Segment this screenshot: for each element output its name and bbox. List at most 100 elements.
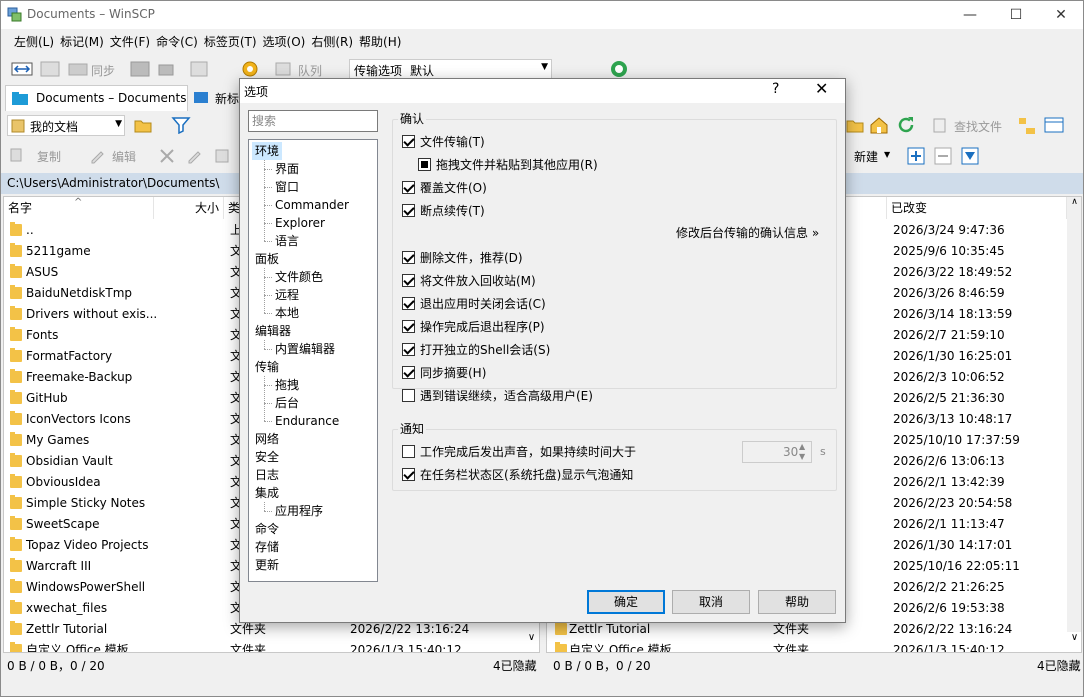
find-files-button[interactable]: 查找文件 [930,115,1010,137]
view-style-icon[interactable] [1044,116,1064,134]
column-size[interactable]: 大小 [154,197,224,219]
scroll-down-icon[interactable]: ∨ [1067,632,1081,652]
checkbox-icon[interactable] [402,320,415,333]
column-name[interactable]: 名字 ^ [4,197,154,219]
transfer-settings-dropdown[interactable]: 传输选项 默认 ▼ [349,59,552,80]
tab-session[interactable]: Documents – Documents [5,85,188,111]
preferences-gear-icon[interactable] [239,59,261,79]
help-button[interactable]: 帮助 [758,590,836,614]
confirm-checkbox[interactable]: 覆盖文件(O) [402,179,487,197]
filter-right-icon[interactable] [961,147,979,165]
confirm-checkbox[interactable]: 遇到错误继续，适合高级用户(E) [402,387,593,405]
confirm-checkbox[interactable]: 同步摘要(H) [402,364,486,382]
confirm-checkbox[interactable]: 断点续传(T) [402,202,485,220]
checkbox-icon[interactable] [402,343,415,356]
dialog-close-button[interactable]: ✕ [815,79,828,98]
tree-item[interactable]: 拖拽 [275,376,299,394]
checkbox-icon[interactable] [402,366,415,379]
menu-item[interactable]: 标记(M) [57,31,107,53]
minimize-button[interactable]: — [947,1,993,29]
tree-item[interactable]: 界面 [275,160,299,178]
menu-item[interactable]: 左侧(L) [11,31,57,53]
checkbox-icon[interactable] [402,389,415,402]
menu-item[interactable]: 标签页(T) [201,31,260,53]
tab-new[interactable]: 新标 [190,87,240,111]
options-tree[interactable]: 环境 界面 窗口 Commander Explorer 语言 面板 文件颜色 远程 本地 编辑器 内置… [248,139,378,582]
tree-item[interactable]: 面板 [255,250,279,268]
help-question-button[interactable]: ? [772,81,779,97]
checkbox-icon[interactable] [402,297,415,310]
tree-item[interactable]: Endurance [275,412,339,430]
compare-directories-icon[interactable] [11,60,33,78]
background-confirm-link[interactable]: 修改后台传输的确认信息 » [676,224,819,241]
confirm-checkbox[interactable]: 打开独立的Shell会话(S) [402,341,550,359]
tree-item[interactable]: 文件颜色 [275,268,323,286]
tree-item[interactable]: 本地 [275,304,299,322]
open-folder-icon[interactable] [133,115,153,135]
tree-item[interactable]: 应用程序 [275,502,323,520]
tree-item[interactable]: 日志 [255,466,279,484]
checkbox-label: 覆盖文件(O) [420,181,487,195]
edit-button[interactable]: 编辑 [87,145,157,167]
checkbox-icon[interactable] [402,135,415,148]
tree-item[interactable]: 内置编辑器 [275,340,335,358]
refresh-icon[interactable] [896,115,916,135]
table-row[interactable]: 自定义 Office 模板 文件夹 2026/1/3 15:40:12 [4,640,524,652]
connection-status-icon[interactable] [608,59,630,79]
home-icon[interactable] [869,115,889,135]
parent-folder-icon[interactable] [846,116,864,134]
tree-view-icon[interactable] [1017,116,1037,136]
checkbox-icon[interactable] [402,468,415,481]
notify-checkbox[interactable]: 工作完成后发出声音，如果持续时间大于 [402,443,636,461]
checkbox-icon[interactable] [402,204,415,217]
confirm-checkbox[interactable]: 将文件放入回收站(M) [402,272,536,290]
ok-button[interactable]: 确定 [587,590,665,614]
table-row[interactable]: 自定义 Office 模板 文件夹 2026/1/3 15:40:12 [547,640,1067,653]
maximize-button[interactable]: ☐ [993,1,1039,29]
options-search-input[interactable]: 搜索 [248,110,378,132]
tree-item[interactable]: 命令 [255,520,279,538]
tree-item[interactable]: 网络 [255,430,279,448]
column-changed[interactable]: 已改变 [887,197,1067,219]
location-dropdown[interactable]: 我的文档 ▼ [7,115,125,136]
tree-item[interactable]: 集成 [255,484,279,502]
filter-icon[interactable] [171,116,191,134]
right-scrollbar[interactable]: ∧ [1067,197,1081,632]
tree-item[interactable]: Explorer [275,214,325,232]
tree-item[interactable]: 更新 [255,556,279,574]
tree-item[interactable]: 后台 [275,394,299,412]
menu-item[interactable]: 命令(C) [153,31,201,53]
confirm-checkbox[interactable]: 文件传输(T) [402,133,485,151]
tree-item[interactable]: 语言 [275,232,299,250]
tree-item[interactable]: 编辑器 [255,322,291,340]
tree-item[interactable]: 存储 [255,538,279,556]
tree-item[interactable]: 远程 [275,286,299,304]
menu-item[interactable]: 文件(F) [107,31,153,53]
copy-button[interactable]: 复制 [7,145,77,167]
tree-item[interactable]: Commander [275,196,349,214]
menu-item[interactable]: 帮助(H) [356,31,404,53]
confirm-checkbox[interactable]: 退出应用时关闭会话(C) [402,295,546,313]
checkbox-icon[interactable] [402,251,415,264]
scroll-down-icon[interactable]: ∨ [524,632,539,652]
new-button[interactable]: 新建 ▼ [846,145,896,167]
menu-item[interactable]: 选项(O) [260,31,309,53]
cancel-button[interactable]: 取消 [672,590,750,614]
menu-item[interactable]: 右侧(R) [308,31,356,53]
checkbox-icon[interactable] [402,274,415,287]
close-window-button[interactable]: ✕ [1038,1,1084,29]
checkbox-icon[interactable] [402,181,415,194]
checkbox-icon[interactable] [402,445,415,458]
confirm-checkbox[interactable]: 操作完成后退出程序(P) [402,318,545,336]
file-name: 自定义 Office 模板 [569,643,672,653]
confirm-checkbox[interactable]: 拖拽文件并粘贴到其他应用(R) [418,156,598,174]
checkbox-icon[interactable] [418,158,431,171]
notify-checkbox[interactable]: 在任务栏状态区(系统托盘)显示气泡通知 [402,466,633,484]
add-icon[interactable] [907,147,925,165]
scroll-up-icon[interactable]: ∧ [1067,197,1081,214]
tree-item[interactable]: 环境 [252,142,283,160]
tree-item[interactable]: 窗口 [275,178,299,196]
tree-item[interactable]: 安全 [255,448,279,466]
tree-item[interactable]: 传输 [255,358,279,376]
confirm-checkbox[interactable]: 删除文件，推荐(D) [402,249,523,267]
